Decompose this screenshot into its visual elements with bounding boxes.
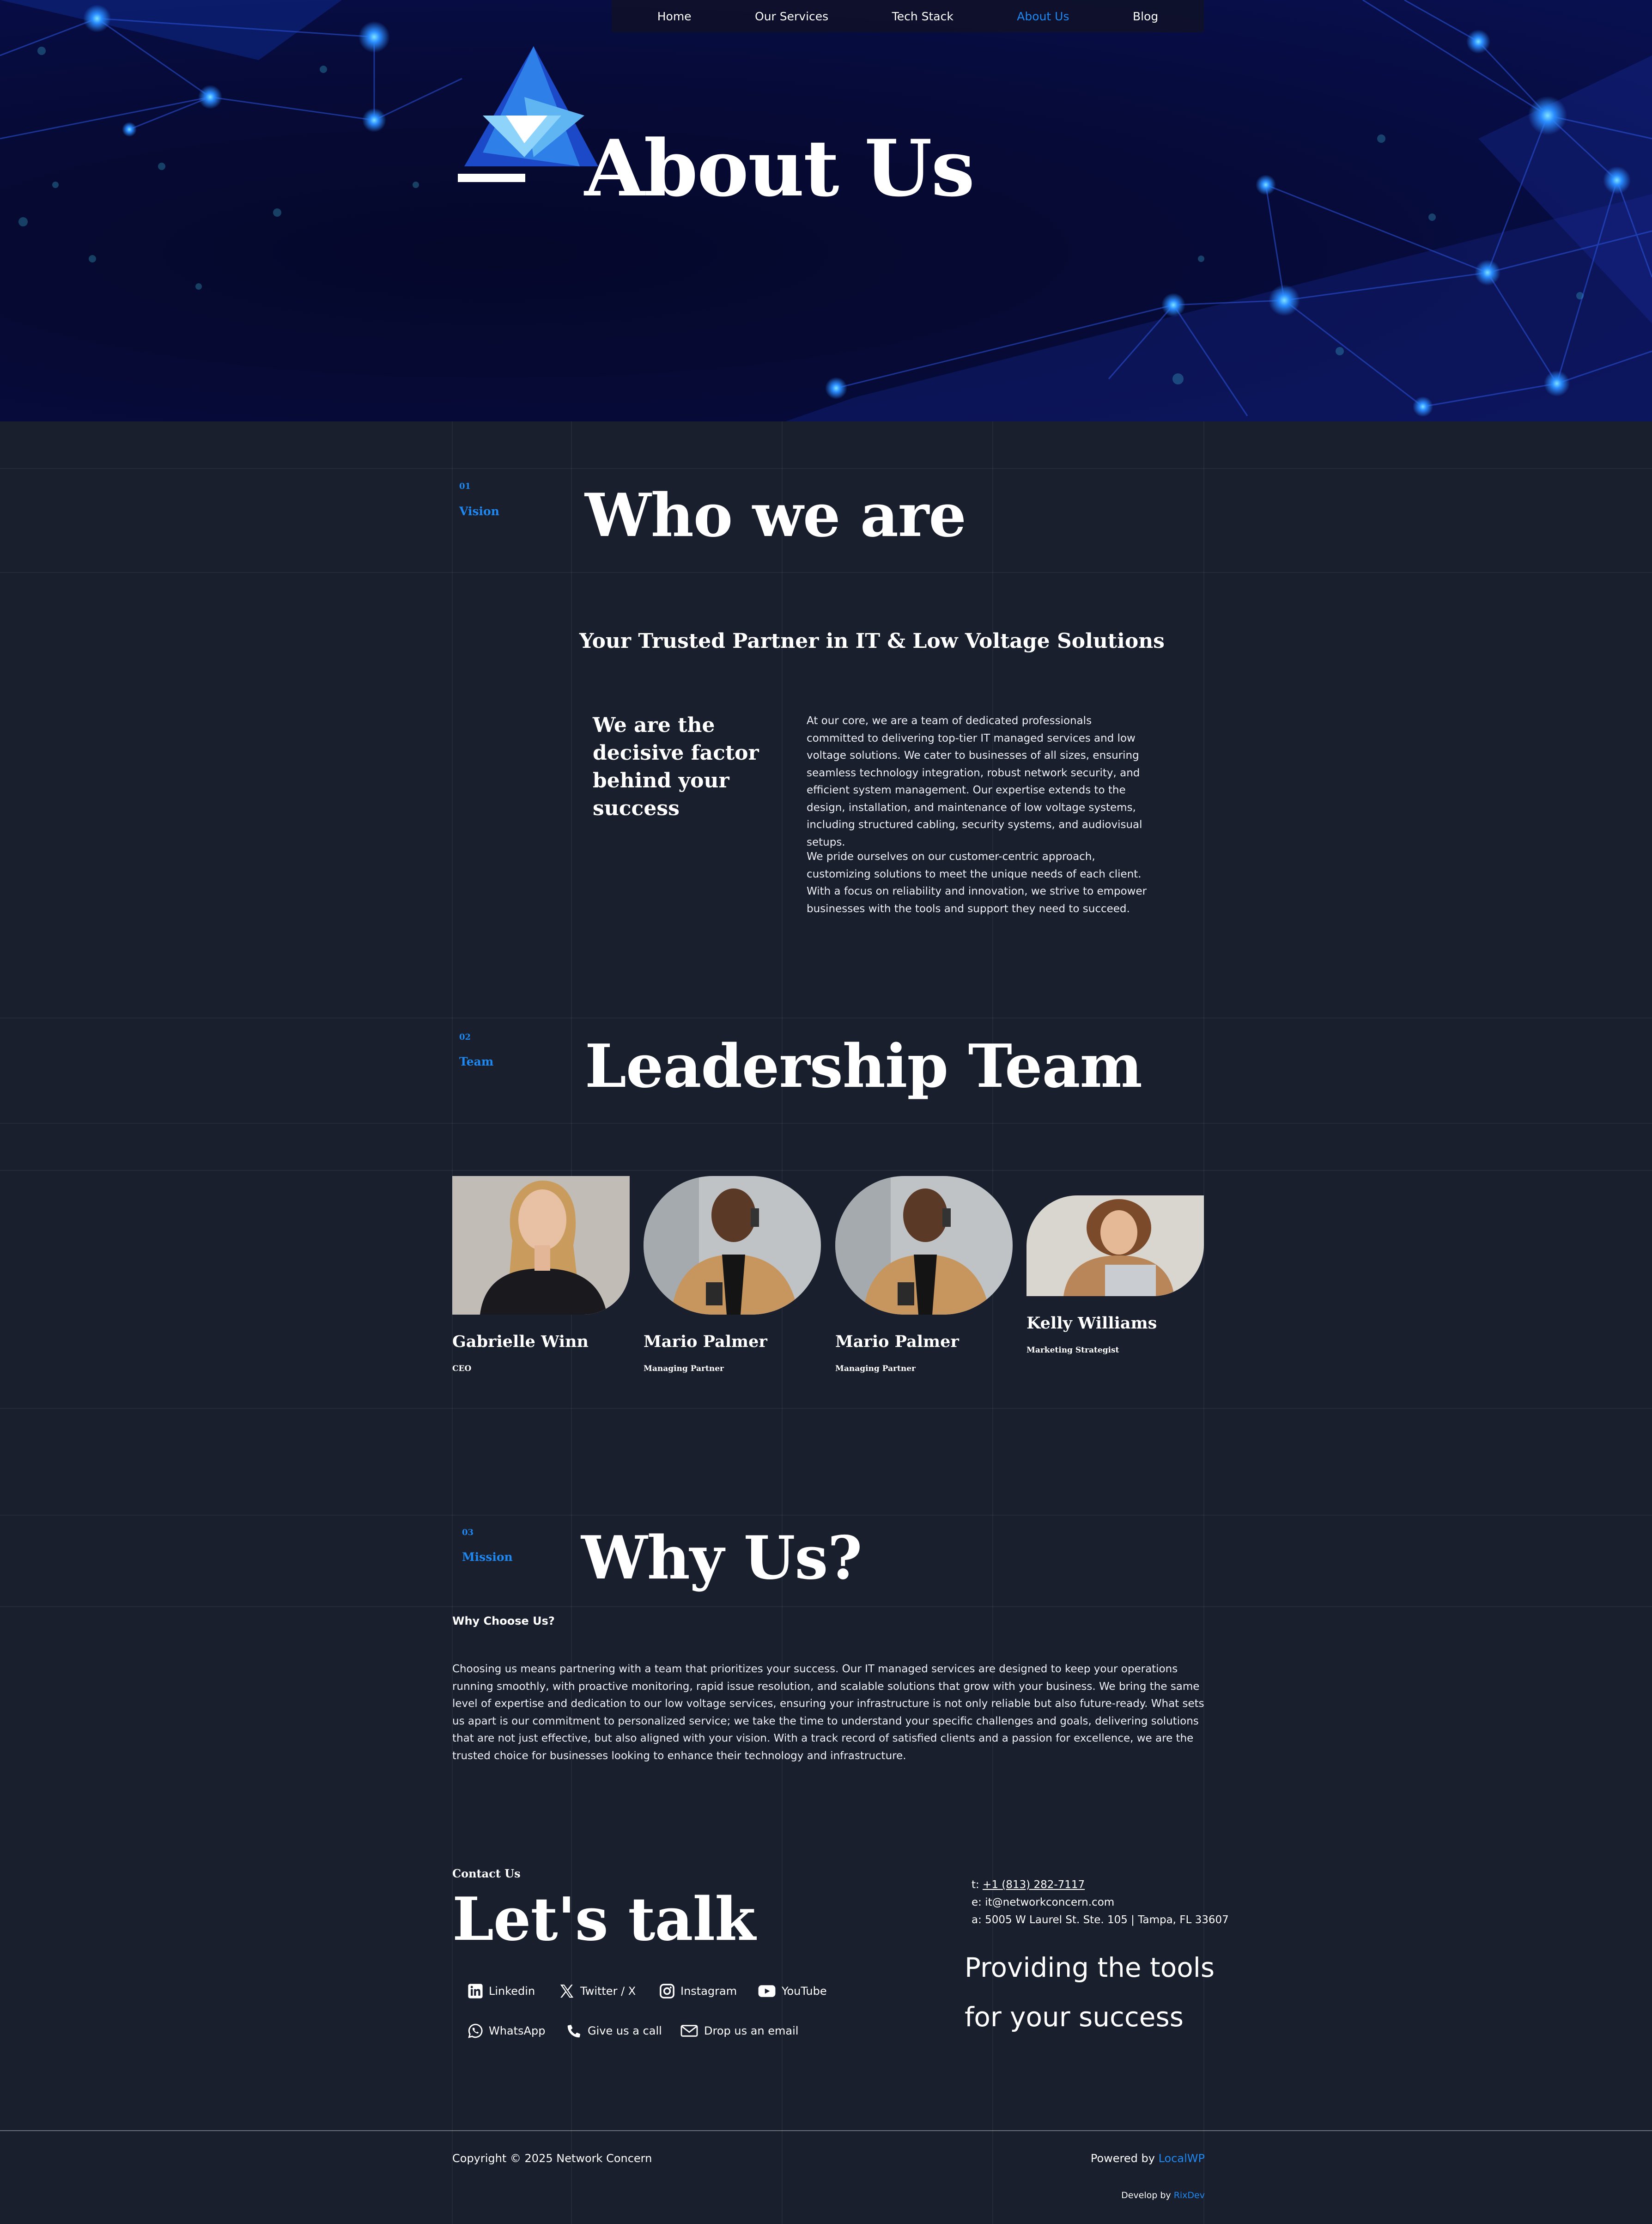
social-link-youtube[interactable]: YouTube — [758, 1983, 827, 1999]
team-member-role: CEO — [452, 1364, 472, 1373]
contact-phone-line: t: +1 (813) 282-7117 — [972, 1876, 1229, 1894]
contact-phone-link[interactable]: +1 (813) 282-7117 — [983, 1879, 1085, 1891]
grid-line — [0, 1606, 1652, 1607]
team-member-role: Managing Partner — [835, 1364, 916, 1373]
section-label-vision: Vision — [459, 505, 499, 518]
x-icon — [560, 1984, 574, 1998]
team-member-name: Mario Palmer — [644, 1332, 767, 1351]
phone-icon — [567, 2025, 580, 2038]
nav-item-tech-stack[interactable]: Tech Stack — [892, 10, 954, 23]
team-member-card: Gabrielle Winn CEO — [452, 1176, 630, 1373]
vision-paragraph-2: We pride ourselves on our customer-centr… — [807, 851, 1147, 915]
contact-title: Let's talk — [452, 1885, 756, 1954]
nav-item-about-us[interactable]: About Us — [1017, 10, 1069, 23]
team-member-role: Marketing Strategist — [1026, 1346, 1119, 1355]
team-member-photo — [452, 1176, 630, 1315]
grid-line — [0, 1408, 1652, 1409]
team-member-card: Kelly Williams Marketing Strategist — [1026, 1195, 1204, 1355]
grid-line — [0, 572, 1652, 573]
team-member-name: Mario Palmer — [835, 1332, 959, 1351]
powered-by-link[interactable]: LocalWP — [1159, 2152, 1205, 2165]
section-title-why-us: Why Us? — [581, 1523, 862, 1593]
page-title: About Us — [584, 122, 975, 214]
contact-email-line[interactable]: e: it@networkconcern.com — [972, 1894, 1229, 1911]
grid-line — [0, 1515, 1652, 1516]
contact-tagline: Providing the tools for your success — [965, 1952, 1215, 2033]
hero-banner: Home Our Services Tech Stack About Us Bl… — [0, 0, 1652, 421]
footer-powered-by: Powered by LocalWP — [1091, 2152, 1205, 2165]
section-title-leadership-team: Leadership Team — [585, 1032, 1142, 1101]
grid-line — [0, 1170, 1652, 1171]
section-title-who-we-are: Who we are — [585, 481, 966, 550]
instagram-icon — [660, 1984, 674, 1999]
team-member-role: Managing Partner — [644, 1364, 724, 1373]
grid-line — [0, 468, 1652, 469]
social-link-label: WhatsApp — [489, 2024, 546, 2037]
footer-divider — [0, 2130, 1652, 2131]
contact-address-line: a: 5005 W Laurel St. Ste. 105 | Tampa, F… — [972, 1914, 1229, 1926]
team-member-name: Kelly Williams — [1026, 1314, 1157, 1333]
social-link-whatsapp[interactable]: WhatsApp — [468, 2023, 545, 2039]
social-link-phone[interactable]: Give us a call — [566, 2023, 662, 2039]
social-link-label: Drop us an email — [704, 2024, 799, 2037]
developer-link[interactable]: RixDev — [1174, 2190, 1205, 2200]
whatsapp-icon — [468, 2023, 483, 2038]
phone-prefix: t: — [972, 1879, 983, 1891]
vision-paragraph-1: At our core, we are a team of dedicated … — [807, 715, 1142, 848]
social-link-linkedin[interactable]: Linkedin — [468, 1983, 535, 1999]
team-member-card: Mario Palmer Managing Partner — [835, 1176, 1013, 1373]
youtube-icon — [758, 1985, 776, 1997]
nav-item-our-services[interactable]: Our Services — [755, 10, 828, 23]
footer-developed-by: Develop by RixDev — [1121, 2190, 1205, 2200]
social-link-label: Instagram — [680, 1985, 737, 1998]
section-label-mission: Mission — [462, 1550, 513, 1564]
mission-subheading: Why Choose Us? — [452, 1615, 555, 1627]
section-number: 02 — [459, 1032, 471, 1042]
developed-prefix: Develop by — [1121, 2190, 1174, 2200]
social-link-instagram[interactable]: Instagram — [659, 1983, 737, 1999]
social-link-label: Twitter / X — [580, 1985, 636, 1998]
social-link-label: YouTube — [782, 1985, 827, 1998]
team-member-photo — [644, 1176, 821, 1315]
contact-details: t: +1 (813) 282-7117 e: it@networkconcer… — [972, 1876, 1229, 1929]
team-member-card: Mario Palmer Managing Partner — [644, 1176, 821, 1373]
section-number: 01 — [459, 481, 471, 491]
social-link-label: Give us a call — [588, 2024, 662, 2037]
grid-line — [0, 1123, 1652, 1124]
social-link-email[interactable]: Drop us an email — [680, 2023, 798, 2039]
team-member-photo — [835, 1176, 1013, 1315]
company-logo[interactable] — [455, 46, 598, 191]
main-navigation: Home Our Services Tech Stack About Us Bl… — [612, 0, 1204, 32]
contact-label: Contact Us — [452, 1867, 521, 1880]
social-link-label: Linkedin — [489, 1985, 535, 1998]
linkedin-icon — [468, 1984, 483, 1999]
logo-triangle-icon — [458, 46, 598, 182]
vision-subheading: Your Trusted Partner in IT & Low Voltage… — [579, 629, 1165, 653]
section-label-team: Team — [459, 1055, 494, 1068]
nav-item-home[interactable]: Home — [657, 10, 692, 23]
vision-tagline: We are the decisive factor behind your s… — [593, 713, 759, 820]
powered-prefix: Powered by — [1090, 2152, 1159, 2165]
mission-paragraph: Choosing us means partnering with a team… — [452, 1663, 1204, 1762]
team-member-name: Gabrielle Winn — [452, 1332, 589, 1351]
section-number: 03 — [462, 1528, 474, 1537]
nav-item-blog[interactable]: Blog — [1133, 10, 1158, 23]
team-member-photo — [1026, 1195, 1204, 1296]
footer-copyright: Copyright © 2025 Network Concern — [452, 2152, 652, 2165]
social-link-twitter[interactable]: Twitter / X — [559, 1983, 636, 1999]
email-icon — [680, 2025, 698, 2037]
